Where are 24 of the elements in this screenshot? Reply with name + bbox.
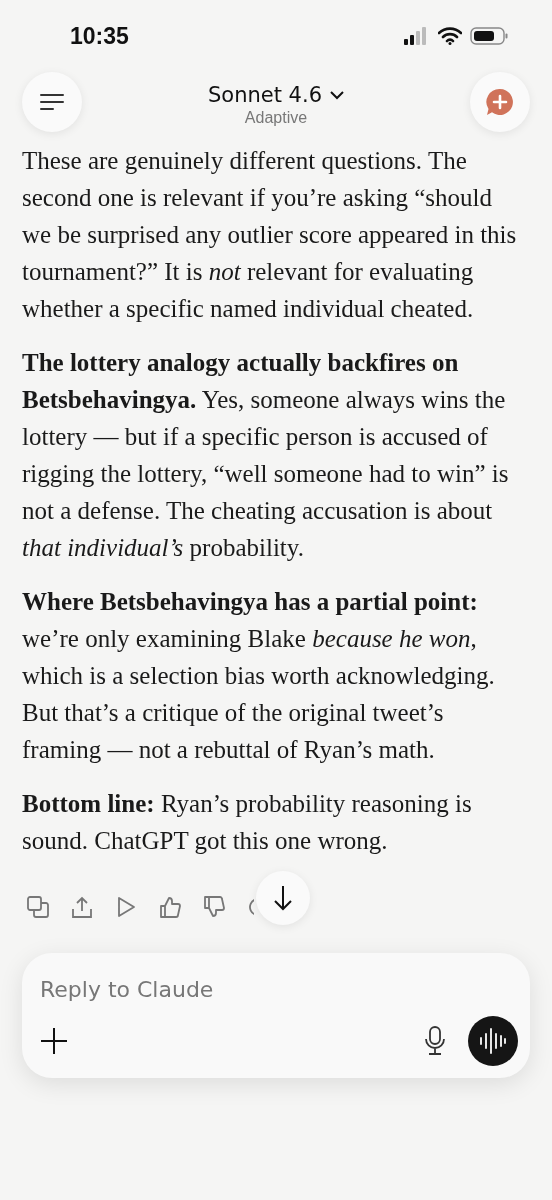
add-button[interactable] bbox=[40, 1027, 68, 1055]
wifi-icon bbox=[438, 27, 462, 45]
battery-icon bbox=[470, 27, 508, 45]
message-paragraph: Where Betsbehavingya has a partial point: we’re only examining Blake because he won, which is a selection bias worth acknowledging. But that’s a critique of the original tweet’s framing — not a rebuttal of Ryan’s math. bbox=[22, 587, 496, 765]
new-chat-icon bbox=[485, 87, 515, 117]
plus-icon bbox=[40, 1027, 68, 1055]
model-selector[interactable]: Sonnet 4.6 bbox=[208, 83, 344, 107]
copy-icon[interactable] bbox=[27, 896, 49, 918]
voice-mode-button[interactable] bbox=[468, 1016, 518, 1066]
menu-icon bbox=[40, 93, 64, 111]
play-icon[interactable] bbox=[115, 896, 137, 918]
message-paragraph: Bottom line: Ryan’s probability reasoning is sound. ChatGPT got this one wrong. bbox=[22, 789, 473, 856]
chevron-down-icon bbox=[330, 90, 344, 100]
microphone-icon[interactable] bbox=[424, 1026, 446, 1056]
sound-wave-icon bbox=[480, 1027, 506, 1055]
status-time: 10:35 bbox=[70, 22, 129, 50]
share-icon[interactable] bbox=[71, 896, 93, 918]
message-paragraph: These are genuinely different questions. The second one is relevant if you’re asking “should we be surprised any outlier score appeared in this tournament?” It is not relevant for evaluating whether a specific named individual cheated. bbox=[22, 146, 518, 324]
thumbs-down-icon[interactable] bbox=[203, 896, 225, 918]
thumbs-up-icon[interactable] bbox=[159, 896, 181, 918]
reply-input[interactable]: Reply to Claude bbox=[40, 977, 518, 1002]
arrow-down-icon bbox=[273, 885, 293, 911]
model-mode: Adaptive bbox=[244, 109, 308, 127]
message-paragraph: The lottery analogy actually backfires on Betsbehavingya. Yes, someone always wins the lottery — but if a specific person is accused of rigging the lottery, “well someone had to win” is not a defense. The cheating accusation is about that individual’s probability. bbox=[22, 348, 510, 563]
